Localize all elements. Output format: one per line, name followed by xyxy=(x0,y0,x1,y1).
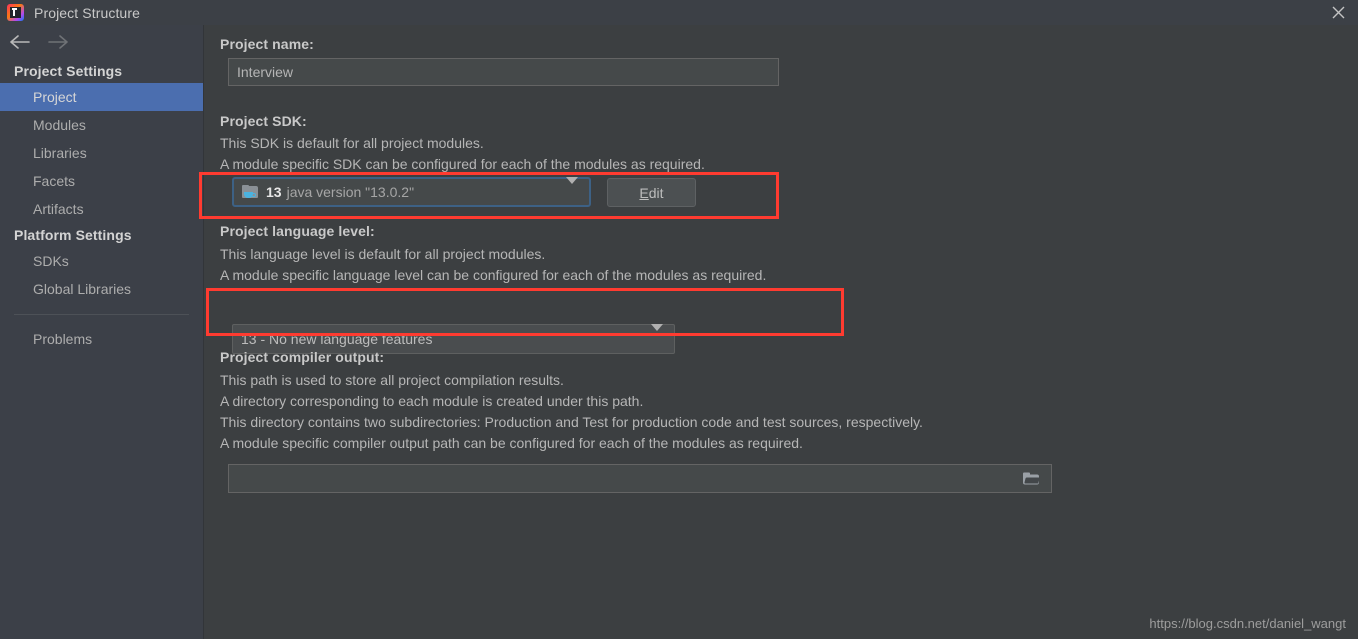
compiler-output-desc-2: A directory corresponding to each module… xyxy=(220,393,644,409)
sidebar-item-artifacts[interactable]: Artifacts xyxy=(0,195,203,223)
close-icon[interactable] xyxy=(1318,0,1358,25)
language-level-desc-1: This language level is default for all p… xyxy=(220,246,546,262)
compiler-output-desc-3: This directory contains two subdirectori… xyxy=(220,414,923,430)
compiler-output-desc-1: This path is used to store all project c… xyxy=(220,372,564,388)
compiler-output-label: Project compiler output: xyxy=(220,349,385,365)
language-level-desc-2: A module specific language level can be … xyxy=(220,267,767,283)
main-content: Project name: Interview Project SDK: Thi… xyxy=(205,25,1358,639)
intellij-idea-logo-icon xyxy=(7,4,24,21)
project-name-input[interactable]: Interview xyxy=(228,58,779,86)
chevron-down-icon[interactable] xyxy=(566,177,578,200)
sidebar-item-project[interactable]: Project xyxy=(0,83,203,111)
language-level-label: Project language level: xyxy=(220,223,375,239)
arrow-left-icon[interactable] xyxy=(9,35,31,49)
window-title: Project Structure xyxy=(34,4,140,21)
sidebar-item-sdks[interactable]: SDKs xyxy=(0,247,203,275)
project-structure-dialog: Project Structure Project Settings Proje… xyxy=(0,0,1358,639)
arrow-right-icon[interactable] xyxy=(47,35,69,49)
project-sdk-desc-2: A module specific SDK can be configured … xyxy=(220,156,705,172)
sidebar-item-global-libraries[interactable]: Global Libraries xyxy=(0,275,203,303)
jdk-folder-icon xyxy=(242,184,259,200)
edit-sdk-button[interactable]: Edit xyxy=(607,178,696,207)
title-bar: Project Structure xyxy=(0,0,1358,25)
sidebar-item-problems[interactable]: Problems xyxy=(0,325,203,353)
sidebar-item-facets[interactable]: Facets xyxy=(0,167,203,195)
watermark-text: https://blog.csdn.net/daniel_wangt xyxy=(1149,616,1346,631)
sidebar-item-modules[interactable]: Modules xyxy=(0,111,203,139)
sidebar-group-project-settings: Project Settings xyxy=(14,63,123,79)
project-sdk-version: 13 xyxy=(266,184,282,200)
sidebar-divider xyxy=(14,314,189,315)
compiler-output-desc-4: A module specific compiler output path c… xyxy=(220,435,803,451)
project-sdk-combobox[interactable]: 13 java version "13.0.2" xyxy=(232,177,591,207)
navigation-arrows xyxy=(0,25,203,59)
edit-button-mnemonic: E xyxy=(639,184,649,201)
edit-button-label: dit xyxy=(648,184,664,201)
project-sdk-label: Project SDK: xyxy=(220,113,307,129)
folder-browse-icon[interactable] xyxy=(1023,472,1040,485)
project-sdk-description: java version "13.0.2" xyxy=(286,184,415,200)
project-sdk-desc-1: This SDK is default for all project modu… xyxy=(220,135,484,151)
sidebar: Project Settings Project Modules Librari… xyxy=(0,25,204,639)
compiler-output-path-input[interactable] xyxy=(228,464,1052,493)
sidebar-group-platform-settings: Platform Settings xyxy=(14,227,132,243)
project-name-label: Project name: xyxy=(220,36,314,52)
chevron-down-icon[interactable] xyxy=(651,324,663,347)
language-level-value: 13 - No new language features xyxy=(241,331,433,347)
sidebar-item-libraries[interactable]: Libraries xyxy=(0,139,203,167)
